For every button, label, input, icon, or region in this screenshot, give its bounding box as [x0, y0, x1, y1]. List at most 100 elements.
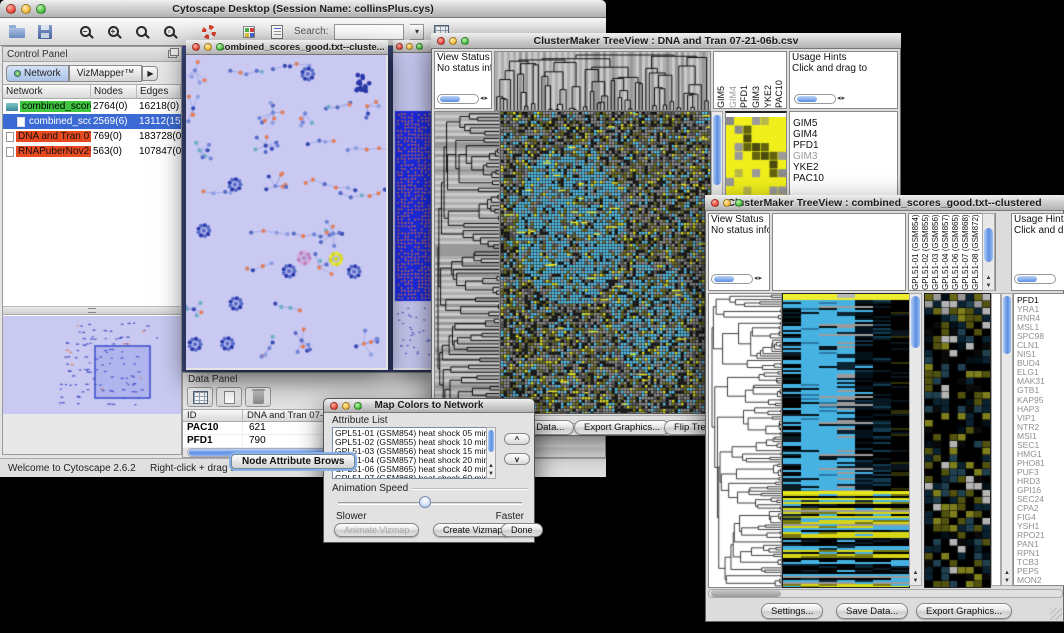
new-attribute-button[interactable] — [216, 387, 242, 407]
gene-label[interactable]: GIM5 — [793, 118, 897, 129]
table-row[interactable]: RNAPuberNov2+ 563(0) 107847(0) — [3, 144, 181, 159]
float-panel-icon[interactable] — [168, 50, 177, 58]
horizontal-scrollbar[interactable] — [708, 589, 1063, 598]
zoom-in-button[interactable]: + — [102, 21, 124, 43]
left-arrow-icon[interactable]: ◂ — [754, 275, 758, 283]
tab-network[interactable]: Network — [6, 65, 69, 82]
column-label[interactable]: GPL51-02 (GSM855) — [921, 214, 931, 290]
tab-vizmapper[interactable]: VizMapper™ — [69, 65, 143, 82]
settings-button[interactable]: Settings... — [761, 603, 823, 619]
minimize-icon[interactable] — [406, 43, 413, 50]
export-graphics-button[interactable]: Export Graphics... — [916, 603, 1012, 619]
column-dendrogram-canvas[interactable] — [494, 51, 711, 111]
close-icon[interactable] — [330, 402, 338, 410]
right-arrow-icon[interactable]: ▸ — [842, 95, 846, 103]
node-attribute-browser-tab[interactable]: Node Attribute Brows — [231, 454, 355, 469]
left-arrow-icon[interactable]: ◂ — [837, 95, 841, 103]
scrollbar-thumb[interactable] — [984, 228, 993, 262]
speed-slider-thumb[interactable] — [419, 496, 431, 508]
move-up-button[interactable]: ^ — [504, 433, 530, 445]
minimize-icon[interactable] — [204, 43, 212, 51]
zoom-window-icon[interactable] — [735, 199, 743, 207]
titlebar[interactable]: combined_scores_good.txt--cluste... — [186, 40, 388, 55]
column-label[interactable]: GPL51-07 (GSM868) — [961, 214, 971, 290]
right-arrow-icon[interactable]: ▸ — [759, 275, 763, 283]
minimize-icon[interactable] — [723, 199, 731, 207]
save-data-button[interactable]: Save Data... — [836, 603, 908, 619]
scroll-down-icon[interactable]: ▼ — [910, 578, 921, 584]
network-overview-canvas[interactable] — [3, 316, 179, 413]
zoom-selected-button[interactable] — [130, 21, 152, 43]
zoom-slider[interactable] — [1014, 274, 1056, 284]
titlebar[interactable]: ClusterMaker TreeView : DNA and Tran 07-… — [431, 33, 901, 49]
table-row[interactable]: DNA and Tran 07 769(0) 183728(0) — [3, 129, 181, 144]
column-label[interactable]: GIM3 — [751, 52, 763, 108]
gene-label[interactable]: GIM3 — [793, 151, 897, 162]
scroll-down-icon[interactable]: ▼ — [983, 283, 994, 289]
panel-divider[interactable] — [3, 307, 181, 315]
column-label[interactable]: GIM5 — [716, 52, 728, 108]
zoom-slider[interactable]: ◂▸ — [711, 274, 762, 284]
tab-overflow-button[interactable]: ▶ — [142, 66, 158, 81]
row-dendrogram-canvas[interactable] — [434, 111, 500, 414]
column-label[interactable]: GIM4 — [728, 52, 740, 108]
titlebar[interactable] — [393, 40, 436, 53]
minimize-icon[interactable] — [449, 37, 457, 45]
heatmap-canvas[interactable] — [500, 111, 711, 414]
zoom-window-icon[interactable] — [36, 4, 46, 14]
column-label[interactable]: GPL51-03 (GSM856) — [931, 214, 941, 290]
column-label[interactable]: GPL51-04 (GSM857) — [941, 214, 951, 290]
search-input[interactable] — [334, 24, 404, 40]
titlebar[interactable]: Map Colors to Network — [324, 399, 534, 413]
minimize-icon[interactable] — [342, 402, 350, 410]
right-arrow-icon[interactable]: ▸ — [485, 95, 489, 103]
vertical-scrollbar[interactable]: ▲ ▼ — [1001, 293, 1013, 586]
close-icon[interactable] — [6, 4, 16, 14]
attribute-item[interactable]: GPL51-07 (GSM868) heat shock 60 min — [333, 474, 495, 479]
zoom-heatmap-canvas[interactable] — [924, 293, 991, 588]
scroll-up-icon[interactable]: ▲ — [1002, 570, 1012, 576]
network-overview-panel[interactable] — [3, 315, 181, 414]
export-graphics-button[interactable]: Export Graphics... — [574, 420, 670, 435]
zoom-slider[interactable]: ◂▸ — [437, 94, 488, 104]
left-arrow-icon[interactable]: ◂ — [480, 95, 484, 103]
done-button[interactable]: Done — [501, 523, 543, 537]
zoom-window-icon[interactable] — [216, 43, 224, 51]
scrollbar-thumb[interactable] — [1003, 296, 1011, 354]
network-view-canvas[interactable] — [393, 53, 434, 368]
close-icon[interactable] — [437, 37, 445, 45]
main-titlebar[interactable]: Cytoscape Desktop (Session Name: collins… — [0, 0, 606, 18]
delete-attribute-button[interactable] — [245, 387, 271, 407]
gene-label[interactable]: GIM4 — [793, 129, 897, 140]
minimize-icon[interactable] — [21, 4, 31, 14]
search-dropdown-button[interactable]: ▾ — [410, 24, 424, 40]
column-label[interactable]: PFD1 — [739, 52, 751, 108]
zoom-window-icon[interactable] — [416, 43, 423, 50]
column-label[interactable]: GPL51-08 (GSM872) — [971, 214, 981, 290]
network-view-canvas[interactable] — [186, 55, 386, 368]
zoom-window-icon[interactable] — [354, 402, 362, 410]
column-label[interactable]: YKE2 — [763, 52, 775, 108]
scrollbar-thumb[interactable] — [711, 590, 781, 597]
scrollbar-thumb[interactable] — [713, 115, 721, 185]
row-dendrogram-canvas[interactable] — [708, 293, 782, 588]
animate-vizmap-button[interactable]: Animate Vizmap — [334, 523, 419, 537]
gene-label[interactable]: YKE2 — [793, 162, 897, 173]
scroll-down-icon[interactable]: ▼ — [487, 471, 495, 477]
gene-label[interactable]: PAC10 — [793, 173, 897, 184]
zoom-heatmap-canvas[interactable] — [726, 117, 786, 195]
column-label[interactable]: GPL51-01 (GSM854) — [911, 214, 921, 290]
scroll-down-icon[interactable]: ▼ — [1002, 578, 1012, 584]
zoom-slider[interactable]: ◂▸ — [794, 94, 845, 104]
gene-label[interactable]: MON2 — [1017, 576, 1064, 585]
scroll-up-icon[interactable]: ▲ — [487, 463, 495, 469]
close-icon[interactable] — [396, 43, 403, 50]
table-row-selected[interactable]: combined_sco 2569(6) 13112(15) — [3, 114, 181, 129]
scroll-up-icon[interactable]: ▲ — [983, 275, 994, 281]
gene-label[interactable]: PFD1 — [793, 140, 897, 151]
titlebar[interactable]: ClusterMaker TreeView : combined_scores_… — [705, 195, 1064, 211]
close-icon[interactable] — [711, 199, 719, 207]
scroll-up-icon[interactable]: ▲ — [910, 570, 921, 576]
vertical-scrollbar[interactable]: ▲ ▼ — [982, 213, 995, 291]
zoom-window-icon[interactable] — [461, 37, 469, 45]
